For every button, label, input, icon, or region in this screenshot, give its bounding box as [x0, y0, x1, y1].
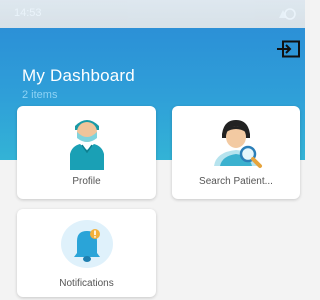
status-bar: 14:53: [0, 0, 305, 28]
notifications-card[interactable]: Notifications: [17, 209, 156, 297]
status-icons: [279, 8, 296, 20]
items-count: 2 items: [22, 89, 58, 101]
profile-card[interactable]: Profile: [17, 106, 156, 199]
profile-label: Profile: [72, 176, 101, 187]
page-title: My Dashboard: [22, 66, 135, 85]
bell-icon: [61, 220, 113, 268]
status-time: 14:53: [14, 7, 42, 19]
doctor-avatar-icon: [70, 120, 104, 170]
notifications-label: Notifications: [59, 278, 114, 289]
search-patient-label: Search Patient...: [199, 176, 273, 187]
search-patient-icon: [214, 120, 262, 168]
search-patient-card[interactable]: Search Patient...: [172, 106, 300, 199]
logout-icon[interactable]: [277, 40, 301, 58]
